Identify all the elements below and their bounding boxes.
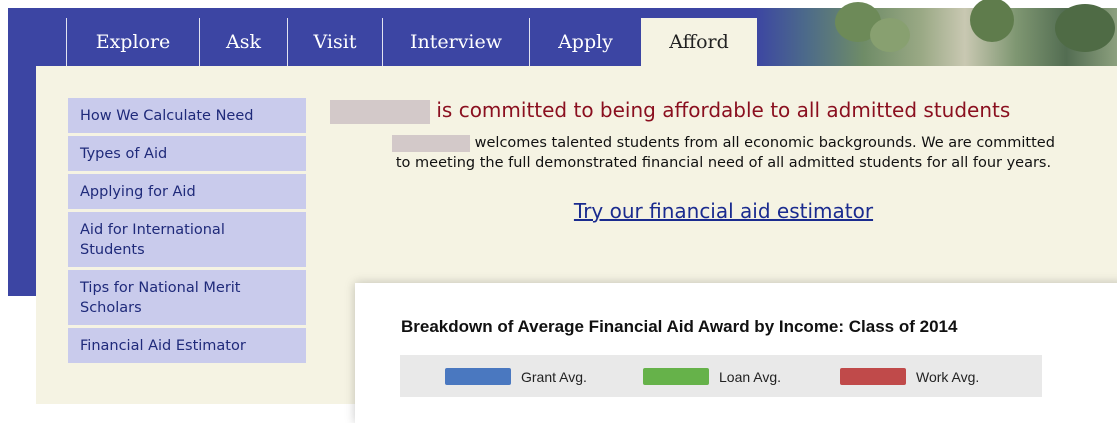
sidebar-item-financial-aid-estimator[interactable]: Financial Aid Estimator (68, 328, 306, 363)
legend-item-work: Work Avg. (840, 368, 979, 385)
redacted-school-name-intro (392, 134, 471, 152)
legend-label-work: Work Avg. (916, 368, 980, 385)
sidebar-item-tips-for-national-merit-scholars[interactable]: Tips for National Merit Scholars (68, 270, 306, 325)
tab-interview[interactable]: Interview (382, 18, 529, 66)
chart-legend: Grant Avg. Loan Avg. Work Avg. (400, 355, 1042, 397)
legend-swatch-loan (643, 368, 709, 385)
legend-label-loan: Loan Avg. (719, 368, 782, 385)
legend-swatch-work (840, 368, 906, 385)
financial-aid-estimator-link[interactable]: Try our financial aid estimator (330, 199, 1117, 223)
legend-label-grant: Grant Avg. (521, 368, 587, 385)
legend-item-loan: Loan Avg. (643, 368, 781, 385)
tab-apply[interactable]: Apply (529, 18, 641, 66)
tab-ask[interactable]: Ask (199, 18, 287, 66)
redacted-school-name (330, 99, 430, 124)
sidebar-item-types-of-aid[interactable]: Types of Aid (68, 136, 306, 171)
aid-chart-card: Breakdown of Average Financial Aid Award… (355, 283, 1117, 423)
intro-line-2: to meeting the full demonstrated financi… (395, 155, 1052, 171)
sidebar-item-how-we-calculate-need[interactable]: How We Calculate Need (68, 98, 306, 133)
sidebar-item-applying-for-aid[interactable]: Applying for Aid (68, 174, 306, 209)
left-accent-strip (8, 66, 36, 296)
campus-photo (755, 0, 1117, 66)
page-headline: is committed to being affordable to all … (330, 97, 1117, 124)
sidebar-item-aid-for-international-students[interactable]: Aid for International Students (68, 212, 306, 267)
headline-text: is committed to being affordable to all … (436, 98, 1011, 122)
intro-line-1: welcomes talented students from all econ… (474, 135, 1055, 151)
chart-title: Breakdown of Average Financial Aid Award… (401, 317, 958, 336)
tab-visit[interactable]: Visit (287, 18, 382, 66)
intro-paragraph: welcomes talented students from all econ… (330, 133, 1117, 173)
main-nav: Explore Ask Visit Interview Apply Afford (66, 18, 757, 66)
legend-swatch-grant (445, 368, 511, 385)
legend-item-grant: Grant Avg. (445, 368, 587, 385)
tab-explore[interactable]: Explore (66, 18, 199, 66)
tab-afford[interactable]: Afford (641, 18, 757, 66)
sidebar-nav: How We Calculate Need Types of Aid Apply… (68, 98, 306, 366)
